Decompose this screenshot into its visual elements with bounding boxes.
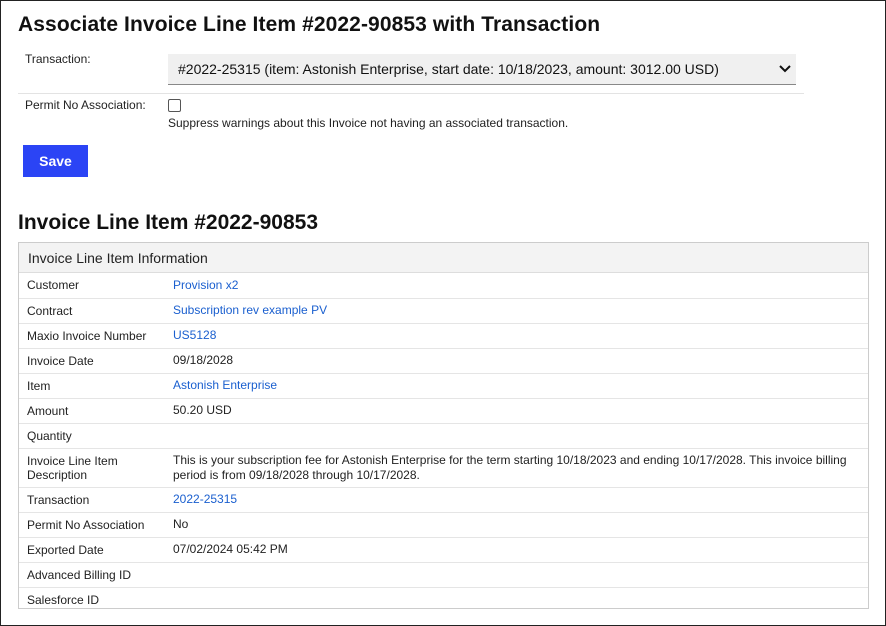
row-label: Contract	[19, 298, 165, 324]
row-value-link[interactable]: Astonish Enterprise	[173, 378, 277, 392]
table-row: Maxio Invoice Number US5128	[19, 323, 868, 349]
row-value-link[interactable]: Provision x2	[173, 278, 238, 292]
table-row: Salesforce ID	[19, 587, 868, 612]
row-value	[165, 562, 868, 588]
row-label: Maxio Invoice Number	[19, 323, 165, 349]
table-row: Transaction 2022-25315	[19, 487, 868, 513]
row-label: Salesforce ID	[27, 592, 100, 607]
row-value: Astonish Enterprise	[165, 373, 868, 399]
row-value: Provision x2	[165, 273, 868, 299]
row-value: 07/02/2024 05:42 PM	[165, 537, 868, 563]
table-row: Permit No Association No	[19, 512, 868, 538]
table-row: Customer Provision x2	[19, 273, 868, 299]
panel-heading: Invoice Line Item Information	[19, 243, 868, 273]
row-label: Advanced Billing ID	[19, 562, 165, 588]
row-value: No	[165, 512, 868, 538]
row-value: 09/18/2028	[165, 348, 868, 374]
row-label: Permit No Association	[19, 512, 165, 538]
row-label: Item	[19, 373, 165, 399]
permit-checkbox[interactable]	[168, 99, 181, 112]
row-value: US5128	[165, 323, 868, 349]
table-row: Contract Subscription rev example PV	[19, 298, 868, 324]
row-label: Customer	[19, 273, 165, 299]
row-value: 50.20 USD	[165, 398, 868, 424]
form-divider	[18, 93, 804, 94]
table-row: Advanced Billing ID	[19, 562, 868, 588]
table-row: Item Astonish Enterprise	[19, 373, 868, 399]
detail-title: Invoice Line Item #2022-90853	[18, 211, 318, 234]
row-label: Quantity	[19, 423, 165, 449]
transaction-label: Transaction:	[25, 52, 91, 66]
transaction-select[interactable]: #2022-25315 (item: Astonish Enterprise, …	[168, 54, 796, 85]
row-value	[165, 423, 868, 449]
table-row: Invoice Date 09/18/2028	[19, 348, 868, 374]
permit-help-text: Suppress warnings about this Invoice not…	[168, 116, 569, 130]
save-button[interactable]: Save	[23, 145, 88, 177]
row-label: Transaction	[19, 487, 165, 513]
table-row: Invoice Line Item Description This is you…	[19, 448, 868, 488]
table-row: Quantity	[19, 423, 868, 449]
table-row: Amount 50.20 USD	[19, 398, 868, 424]
page-frame: Associate Invoice Line Item #2022-90853 …	[0, 0, 886, 626]
row-label: Amount	[19, 398, 165, 424]
info-table: Customer Provision x2 Contract Subscription…	[19, 273, 868, 612]
info-panel: Invoice Line Item Information Customer Pr…	[18, 242, 869, 609]
chevron-down-icon	[774, 62, 796, 76]
row-label: Invoice Date	[19, 348, 165, 374]
row-value-link[interactable]: Subscription rev example PV	[173, 303, 327, 317]
row-value: Subscription rev example PV	[165, 298, 868, 324]
table-row: Exported Date 07/02/2024 05:42 PM	[19, 537, 868, 563]
row-value-link[interactable]: US5128	[173, 328, 216, 342]
row-value-link[interactable]: 2022-25315	[173, 492, 237, 506]
row-value	[165, 587, 868, 612]
page-title: Associate Invoice Line Item #2022-90853 …	[18, 13, 601, 36]
row-value: This is your subscription fee for Astoni…	[165, 448, 868, 488]
row-label: Exported Date	[19, 537, 165, 563]
row-value: 2022-25315	[165, 487, 868, 513]
permit-label: Permit No Association:	[25, 98, 146, 112]
row-label: Invoice Line Item Description	[19, 448, 165, 488]
transaction-select-value: #2022-25315 (item: Astonish Enterprise, …	[178, 61, 719, 77]
